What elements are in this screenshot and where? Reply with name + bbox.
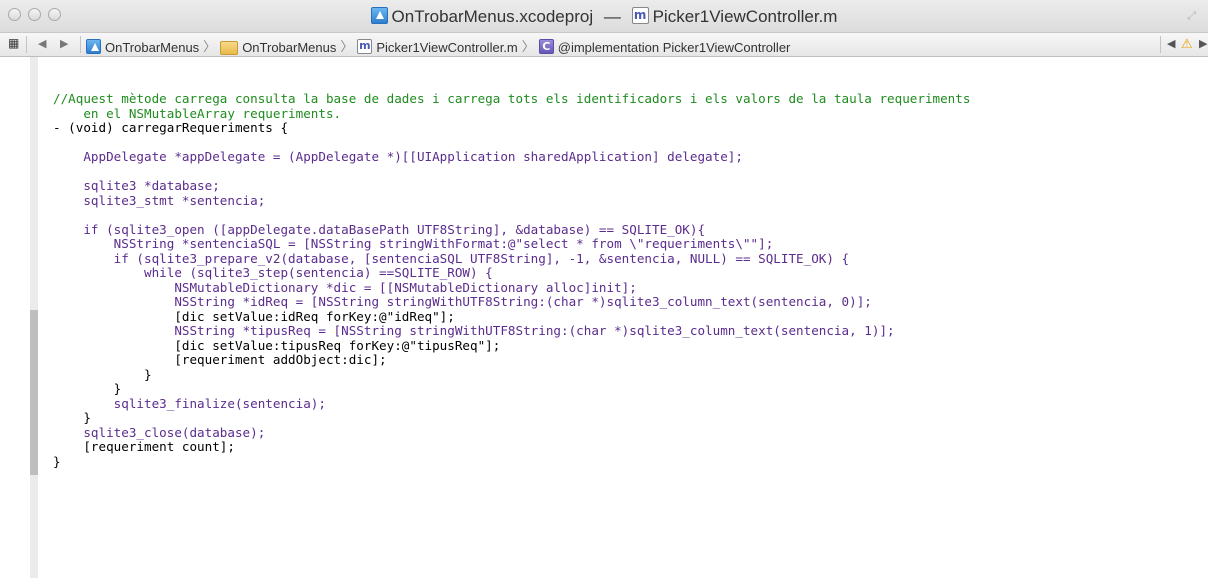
code-line-8: sqlite3_stmt *sentencia; [53,192,266,208]
code-line-17: NSString *tipusReq = [NSString stringWit… [53,323,895,338]
code-line-20: } [53,366,152,382]
code-line-13: while (sqlite3_step(sentencia) ==SQLITE_… [53,265,493,280]
divider [1160,36,1161,53]
class-icon: C [538,39,554,55]
back-arrow-icon[interactable]: ◀ [38,37,46,50]
warning-icon[interactable]: ⚠ [1181,36,1193,52]
code-line-12: if (sqlite3_prepare_v2(database, [senten… [53,250,850,266]
code-line-23: } [53,410,91,425]
code-line-15: NSString *idReq = [NSString stringWithUT… [53,294,872,309]
code-line-10: if (sqlite3_open ([appDelegate.dataBaseP… [53,221,706,237]
breadcrumb: OnTrobarMenus 〉 OnTrobarMenus 〉 m Picker1View… [86,36,790,55]
chevron-right-icon: 〉 [521,39,535,54]
code-line-24: sqlite3_close(database); [53,424,266,440]
code-line-16: [dic setValue:idReq forKey:@"idReq"]; [53,308,455,324]
breadcrumb-group[interactable]: OnTrobarMenus [242,40,336,55]
code-line-18: [dic setValue:tipusReq forKey:@"tipusReq… [53,337,501,353]
jump-bar: ▦ ◀ ▶ OnTrobarMenus 〉 OnTrobarMenus 〉 m Picke… [0,33,1208,57]
folder-icon [220,40,239,55]
breadcrumb-file[interactable]: Picker1ViewController.m [376,40,517,55]
xcodeproj-icon [86,39,101,55]
breadcrumb-symbol[interactable]: @implementation Picker1ViewController [558,40,791,55]
code-line-2: en el NSMutableArray requeriments. [53,105,342,121]
code-line-26: } [53,453,61,469]
code-line-21: } [53,381,122,396]
grid-icon[interactable]: ▦ [8,36,19,50]
title-bar: OnTrobarMenus.xcodeproj — m Picker1ViewCo… [0,0,1208,33]
code-line-22: sqlite3_finalize(sentencia); [53,395,326,411]
divider [26,36,27,53]
forward-arrow-icon[interactable]: ▶ [60,37,68,50]
m-file-icon: m [357,39,373,55]
window-title: OnTrobarMenus.xcodeproj — m Picker1ViewCo… [0,6,1208,27]
code-line-5: AppDelegate *appDelegate = (AppDelegate … [53,149,743,164]
xcodeproj-icon [370,7,388,25]
code-line-25: [requeriment count]; [53,439,235,454]
chevron-right-icon: 〉 [340,39,354,54]
line-gutter [0,57,30,578]
project-name: OnTrobarMenus.xcodeproj [391,6,594,26]
title-separator: — [603,6,621,26]
code-line-11: NSString *sentenciaSQL = [NSString strin… [53,236,774,251]
breadcrumb-project[interactable]: OnTrobarMenus [105,40,199,55]
source-editor[interactable]: //Aquest mètode carrega consulta la base… [53,91,971,469]
m-file-icon: m [631,7,649,25]
code-line-7: sqlite3 *database; [53,178,220,193]
code-line-14: NSMutableDictionary *dic = [[NSMutableDi… [53,279,637,295]
chevron-right-icon: 〉 [203,39,217,54]
code-line-19: [requeriment addObject:dic]; [53,352,387,367]
divider [80,36,81,53]
xcode-window: OnTrobarMenus.xcodeproj — m Picker1ViewCo… [0,0,1208,578]
code-folding-ribbon-active[interactable] [30,310,38,475]
previous-issue-icon[interactable]: ◀ [1167,37,1175,50]
fullscreen-icon[interactable]: ⤢ [1187,10,1196,23]
next-issue-icon[interactable]: ▶ [1199,37,1207,50]
code-line-1: //Aquest mètode carrega consulta la base… [53,91,971,106]
code-line-3: - (void) carregarRequeriments { [53,120,289,135]
file-name: Picker1ViewController.m [652,6,838,26]
